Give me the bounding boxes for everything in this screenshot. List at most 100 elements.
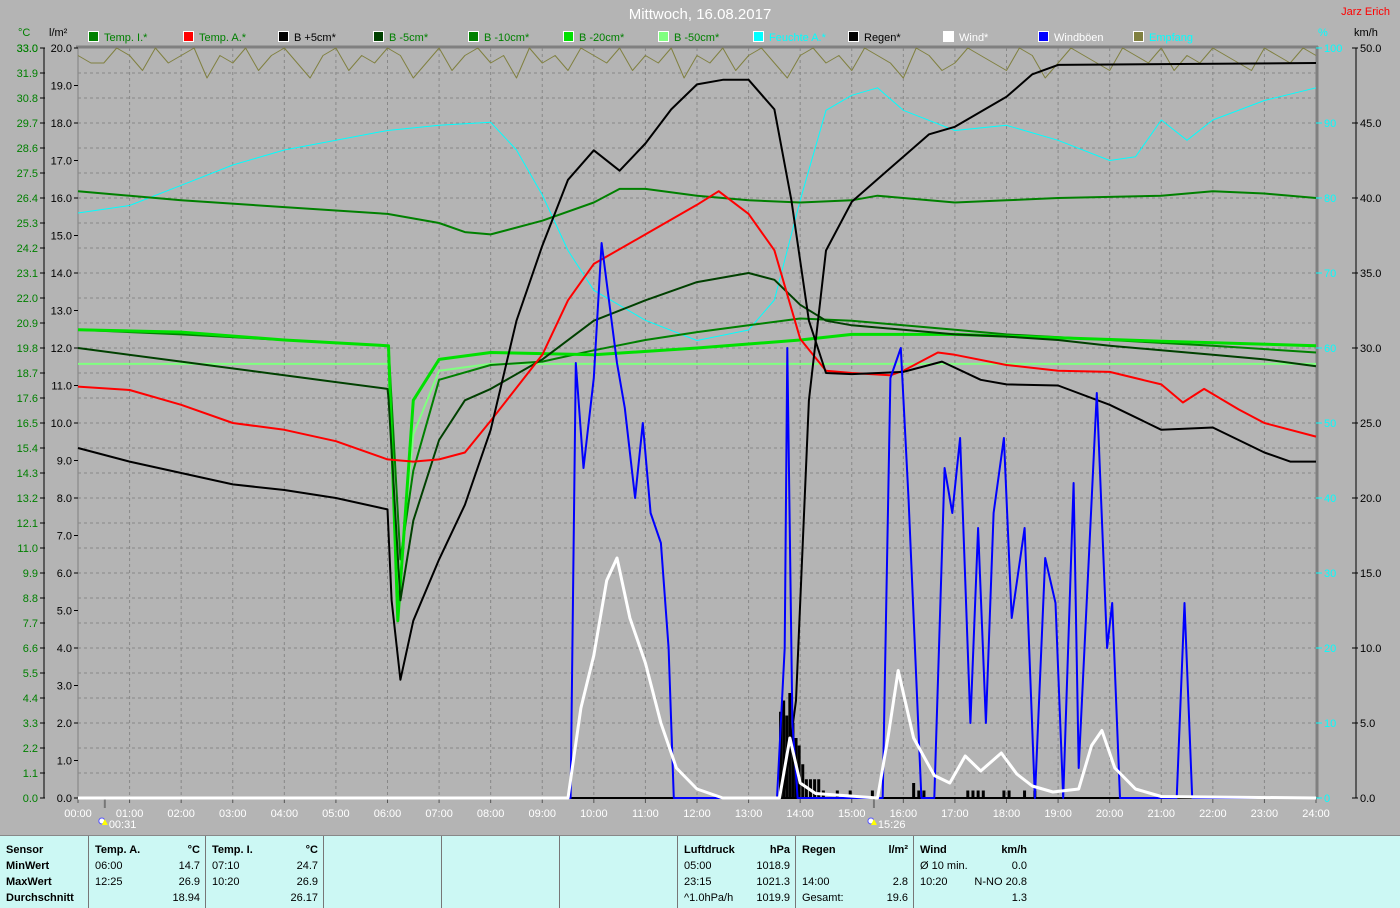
- x-tick-label: 17:00: [941, 808, 969, 820]
- celsius-tick-label: 5.5: [23, 668, 38, 680]
- rain-bar: [971, 790, 975, 798]
- x-tick-label: 23:00: [1251, 808, 1279, 820]
- percent-tick-label: 0: [1324, 793, 1330, 805]
- celsius-tick-label: 29.7: [17, 118, 38, 130]
- temp_i-unit: °C: [305, 844, 318, 856]
- legend-swatch: [753, 31, 764, 42]
- x-tick-label: 24:00: [1302, 808, 1330, 820]
- celsius-tick-label: 14.3: [17, 468, 38, 480]
- legend-swatch: [1133, 31, 1144, 42]
- kmh-tick-label: 15.0: [1360, 568, 1381, 580]
- rain-tick-label: 18.0: [51, 118, 72, 130]
- celsius-tick-label: 33.0: [17, 43, 38, 55]
- marker-time-label: 00:31: [109, 819, 137, 831]
- rain-unit-label: l/m²: [49, 27, 68, 39]
- celsius-tick-label: 24.2: [17, 243, 38, 255]
- wind-value: N-NO 20.8: [974, 876, 1027, 888]
- x-tick-label: 06:00: [374, 808, 402, 820]
- percent-tick-label: 90: [1324, 118, 1336, 130]
- legend-swatch: [1038, 31, 1049, 42]
- celsius-tick-label: 25.3: [17, 218, 38, 230]
- kmh-tick-label: 30.0: [1360, 343, 1381, 355]
- x-tick-label: 22:00: [1199, 808, 1227, 820]
- x-tick-label: 14:00: [786, 808, 814, 820]
- legend-swatch: [658, 31, 669, 42]
- series-line-b-5cm: [77, 272, 1317, 602]
- celsius-tick-label: 16.5: [17, 418, 38, 430]
- legend-label: B +5cm*: [294, 32, 336, 44]
- summary-col-sensor: Sensor MinWert MaxWert Durchschnitt: [0, 836, 89, 908]
- legend-label: Feuchte A.*: [769, 32, 826, 44]
- rain-bar: [1002, 790, 1006, 798]
- kmh-tick-label: 45.0: [1360, 118, 1381, 130]
- percent-tick-label: 10: [1324, 718, 1336, 730]
- rain-tick-label: 13.0: [51, 306, 72, 318]
- wind-header: Wind: [920, 844, 947, 856]
- legend-item: B -5cm*: [373, 31, 428, 44]
- celsius-tick-label: 26.4: [17, 193, 38, 205]
- rain-tick-label: 15.0: [51, 231, 72, 243]
- x-tick-label: 09:00: [528, 808, 556, 820]
- rain-tick-label: 19.0: [51, 81, 72, 93]
- row-label-max: MaxWert: [6, 876, 52, 888]
- legend-swatch: [563, 31, 574, 42]
- x-tick-label: 03:00: [219, 808, 247, 820]
- percent-tick-label: 50: [1324, 418, 1336, 430]
- wind-value: 1.3: [1011, 892, 1027, 904]
- rain-tick-label: 3.0: [57, 681, 72, 693]
- kmh-tick-label: 0.0: [1360, 793, 1375, 805]
- temp_i-value: 26.17: [290, 892, 318, 904]
- luftdruck-unit: hPa: [769, 844, 790, 856]
- summary-col-luftdruck: Luftdruck hPa 05:00 1018.9 23:15 1021.3 ^1.0hP…: [678, 836, 796, 908]
- legend-label: Regen*: [864, 32, 901, 44]
- legend-item: Temp. I.*: [88, 31, 147, 44]
- x-tick-label: 04:00: [271, 808, 299, 820]
- rain-tick-label: 4.0: [57, 643, 72, 655]
- weather-chart: 0.0 1.1 2.2 3.3 4.4 5.5 6.6 7.7 8.8 9.9 11.0 12.1 13…: [17, 43, 1382, 831]
- percent-tick-label: 70: [1324, 268, 1336, 280]
- legend-item: Wind*: [943, 31, 988, 44]
- celsius-tick-label: 28.6: [17, 143, 38, 155]
- celsius-tick-label: 3.3: [23, 718, 38, 730]
- percent-tick-label: 40: [1324, 493, 1336, 505]
- rain-tick-label: 2.0: [57, 718, 72, 730]
- rain-tick-label: 9.0: [57, 456, 72, 468]
- x-tick-label: 00:00: [64, 808, 92, 820]
- temp_i-value: 24.7: [296, 860, 318, 872]
- kmh-unit-label: km/h: [1354, 27, 1378, 39]
- celsius-tick-label: 23.1: [17, 268, 38, 280]
- legend-label: Wind*: [959, 32, 989, 44]
- legend-item: Empfang: [1133, 31, 1193, 44]
- legend-item: Feuchte A.*: [753, 31, 826, 44]
- celsius-tick-label: 12.1: [17, 518, 38, 530]
- rain-tick-label: 14.0: [51, 268, 72, 280]
- kmh-tick-label: 40.0: [1360, 193, 1381, 205]
- temp_i-time: 07:10: [212, 860, 240, 872]
- rain-tick-label: 12.0: [51, 343, 72, 355]
- luftdruck-time: ^1.0hPa/h: [684, 892, 734, 904]
- rain-tick-label: 7.0: [57, 531, 72, 543]
- sensor-header: Sensor: [6, 844, 44, 856]
- luftdruck-time: 23:15: [684, 876, 712, 888]
- temp_a-value: 26.9: [178, 876, 200, 888]
- legend-label: B -20cm*: [579, 32, 625, 44]
- legend-swatch: [848, 31, 859, 42]
- row-label-min: MinWert: [6, 860, 50, 872]
- summary-col-empty: [560, 836, 678, 908]
- legend-label: Temp. I.*: [104, 32, 148, 44]
- percent-unit-label: %: [1318, 27, 1328, 39]
- temp_a-time: 06:00: [95, 860, 123, 872]
- legend-swatch: [373, 31, 384, 42]
- summary-col-empty: [442, 836, 560, 908]
- celsius-tick-label: 6.6: [23, 643, 38, 655]
- rain-bar: [813, 779, 817, 798]
- legend-swatch: [183, 31, 194, 42]
- temp_a-value: 18.94: [172, 892, 200, 904]
- legend-swatch: [468, 31, 479, 42]
- legend-item: B -20cm*: [563, 31, 624, 44]
- wind-time: 10:20: [920, 876, 948, 888]
- kmh-tick-label: 5.0: [1360, 718, 1375, 730]
- percent-tick-label: 100: [1324, 43, 1342, 55]
- temp_i-value: 26.9: [296, 876, 318, 888]
- luftdruck-time: 05:00: [684, 860, 712, 872]
